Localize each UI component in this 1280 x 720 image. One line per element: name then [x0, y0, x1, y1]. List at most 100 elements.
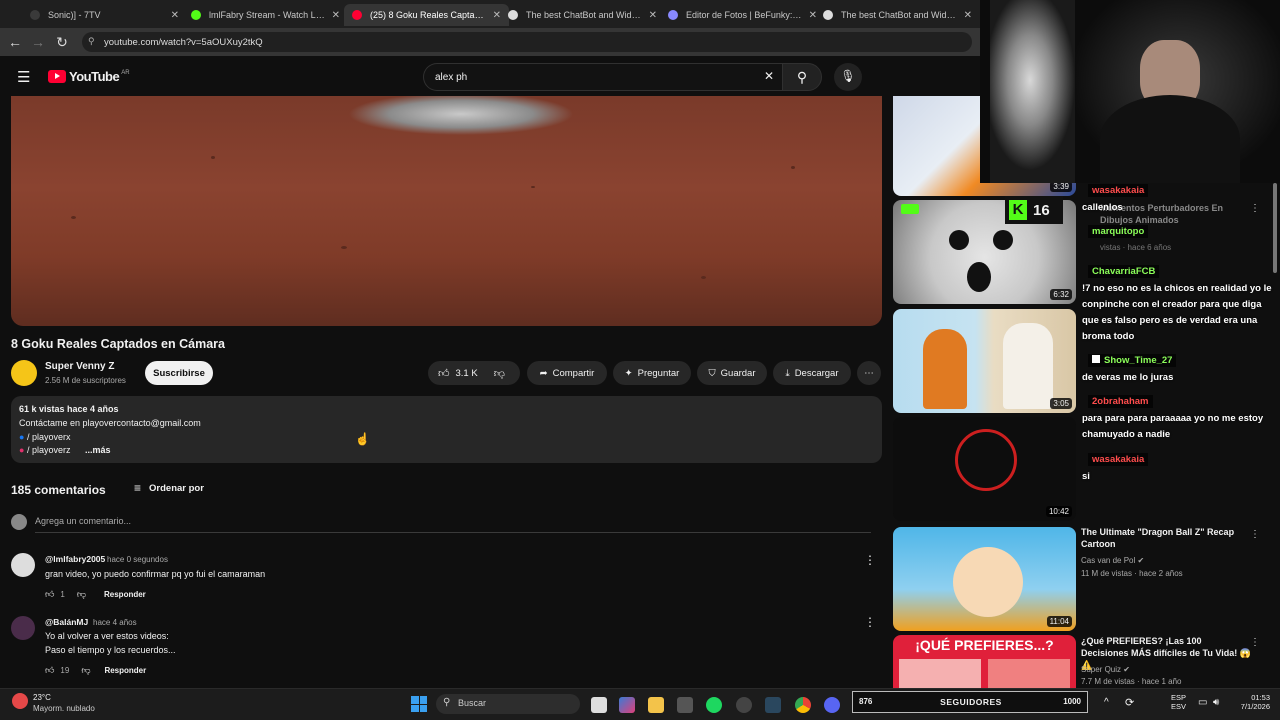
comments-count: 185 comentarios	[11, 483, 106, 497]
related-meta: 7.7 M de vistas · hace 1 año	[1081, 677, 1182, 686]
related-thumbnail[interactable]: 11:04	[893, 527, 1076, 631]
webcam-overlay	[980, 0, 1280, 183]
channel-avatar[interactable]	[11, 360, 37, 386]
file-explorer-icon[interactable]	[648, 697, 664, 713]
menu-icon[interactable]: ☰	[17, 68, 30, 86]
channel-name[interactable]: Super Venny Z	[45, 361, 114, 372]
kick-viewer-badge: K 16	[1005, 196, 1063, 224]
reply-button[interactable]: Responder	[104, 666, 146, 675]
related-menu-icon[interactable]: ⋮	[1250, 637, 1260, 648]
like-icon[interactable]: 👍︎	[438, 367, 450, 380]
comment-avatar[interactable]	[11, 553, 35, 577]
facebook-icon: ●	[19, 432, 25, 442]
add-comment-input[interactable]: Agrega un comentario...	[35, 516, 871, 533]
search-input[interactable]: alex ph	[423, 63, 785, 91]
site-info-icon[interactable]: ⚲	[88, 36, 95, 47]
related-thumbnail[interactable]: 10:42	[893, 417, 1076, 521]
chat-username: wasakakaia	[1088, 184, 1149, 197]
comment-menu-icon[interactable]: ⋮	[864, 553, 876, 567]
dislike-icon[interactable]: 👎︎	[494, 367, 505, 380]
description-box[interactable]: 61 k vistas hace 4 años Contáctame en pl…	[11, 396, 882, 463]
copilot-icon[interactable]	[619, 697, 635, 713]
windows-start-icon[interactable]	[411, 696, 427, 712]
related-meta: vistas · hace 6 años	[1100, 243, 1172, 252]
related-title[interactable]: The Ultimate "Dragon Ball Z" Recap Carto…	[1081, 526, 1251, 550]
subscribe-button[interactable]: Suscribirse	[145, 361, 213, 385]
tab-close-icon[interactable]: ✕	[332, 10, 340, 21]
ask-button[interactable]: ✦ Preguntar	[613, 361, 691, 385]
verified-icon: ✔	[1137, 556, 1145, 565]
browser-tab[interactable]: lmlFabry Stream - Watch Live o ✕	[183, 4, 348, 26]
comment-text: gran video, yo puedo confirmar pq yo fui…	[45, 569, 266, 579]
browser-tab[interactable]: The best ChatBot and Widgets ✕	[815, 4, 980, 26]
tab-bar: Sonic)] - 7TV ✕ lmlFabry Stream - Watch L…	[0, 0, 980, 28]
spotify-icon[interactable]	[706, 697, 722, 713]
highlight-circle	[955, 429, 1017, 491]
like-icon[interactable]: 👍︎	[45, 665, 54, 676]
reply-button[interactable]: Responder	[104, 590, 146, 599]
volume-icon[interactable]: 🔊︎	[1213, 697, 1219, 708]
obs-icon[interactable]	[736, 697, 752, 713]
description-link[interactable]: ● / playoverx	[19, 432, 70, 442]
subscriber-count: 2.56 M de suscriptores	[45, 376, 126, 385]
like-count[interactable]: 3.1 K	[456, 368, 478, 379]
bookmark-icon: ⛉	[708, 367, 716, 379]
tray-app-icon[interactable]: ⟳	[1125, 696, 1134, 709]
search-icon: ⚲	[443, 697, 451, 708]
clear-search-icon[interactable]: ✕	[764, 69, 774, 83]
sparkle-icon: ✦	[624, 367, 633, 379]
browser-tab-active[interactable]: (25) 8 Goku Reales Captados e ✕	[344, 4, 509, 26]
tab-favicon-icon	[30, 10, 40, 20]
video-player[interactable]	[11, 96, 882, 326]
chevron-up-icon[interactable]: ^	[1104, 697, 1109, 708]
comment-author[interactable]: @lmlfabry2005	[45, 554, 105, 564]
download-button[interactable]: ⤓ Descargar	[773, 361, 851, 385]
related-thumbnail[interactable]: 3:05	[893, 309, 1076, 413]
related-thumbnail[interactable]: ¡QUÉ PREFIERES...?	[893, 635, 1076, 688]
browser-tab[interactable]: Editor de Fotos | BeFunky: Edit ✕	[660, 4, 825, 26]
like-icon[interactable]: 👍︎	[45, 589, 54, 600]
url-field[interactable]: ⚲ youtube.com/watch?v=5aOUXuy2tkQ	[82, 32, 972, 52]
comment-actions: 👍︎ 19 👎︎ Responder	[45, 665, 147, 676]
more-actions-button[interactable]: ⋯	[857, 361, 881, 385]
network-icon[interactable]: ▭	[1198, 697, 1207, 708]
browser-tab[interactable]: The best ChatBot and Widgets ✕	[500, 4, 665, 26]
youtube-logo[interactable]: YouTube AR	[48, 69, 130, 84]
taskbar-search[interactable]: ⚲ Buscar	[436, 694, 580, 714]
sort-comments-button[interactable]: ≡ Ordenar por	[134, 481, 204, 495]
related-menu-icon[interactable]: ⋮	[1250, 529, 1260, 540]
save-button[interactable]: ⛉ Guardar	[697, 361, 767, 385]
search-button[interactable]: ⚲	[782, 63, 822, 91]
task-view-icon[interactable]	[591, 697, 607, 713]
chat-scrollbar[interactable]	[1273, 183, 1277, 273]
comment-author[interactable]: @BalánMJ	[45, 617, 88, 627]
dislike-icon[interactable]: 👎︎	[77, 589, 86, 600]
chrome-icon[interactable]	[795, 697, 811, 713]
related-channel[interactable]: Super Quiz ✔	[1081, 665, 1130, 674]
sort-icon: ≡	[134, 481, 142, 495]
clock[interactable]: 01:53 7/1/2026	[1232, 693, 1270, 711]
tab-favicon-icon	[352, 10, 362, 20]
tab-close-icon[interactable]: ✕	[649, 10, 657, 21]
forward-icon[interactable]: →	[29, 34, 47, 50]
steam-icon[interactable]	[765, 697, 781, 713]
weather-temp[interactable]: 23°C	[33, 693, 51, 702]
voice-search-button[interactable]: 🎙	[834, 63, 862, 91]
related-channel[interactable]: Cas van de Pol ✔	[1081, 556, 1144, 565]
weather-icon[interactable]	[12, 693, 28, 709]
back-icon[interactable]: ←	[6, 34, 24, 50]
show-more-link[interactable]: ...más	[85, 445, 111, 455]
reload-icon[interactable]: ↻	[53, 34, 71, 51]
language-indicator[interactable]: ESP ESV	[1171, 693, 1186, 711]
share-button[interactable]: ➦ Compartir	[527, 361, 607, 385]
dislike-icon[interactable]: 👎︎	[81, 665, 90, 676]
comment-menu-icon[interactable]: ⋮	[864, 615, 876, 629]
browser-tab[interactable]: Sonic)] - 7TV ✕	[22, 4, 187, 26]
discord-icon[interactable]	[824, 697, 840, 713]
tab-close-icon[interactable]: ✕	[964, 10, 972, 21]
tab-close-icon[interactable]: ✕	[171, 10, 179, 21]
description-link[interactable]: ● / playoverz	[19, 445, 70, 455]
comment-avatar[interactable]	[11, 616, 35, 640]
app-icon[interactable]	[677, 697, 693, 713]
verified-icon: ✔	[1123, 665, 1130, 674]
